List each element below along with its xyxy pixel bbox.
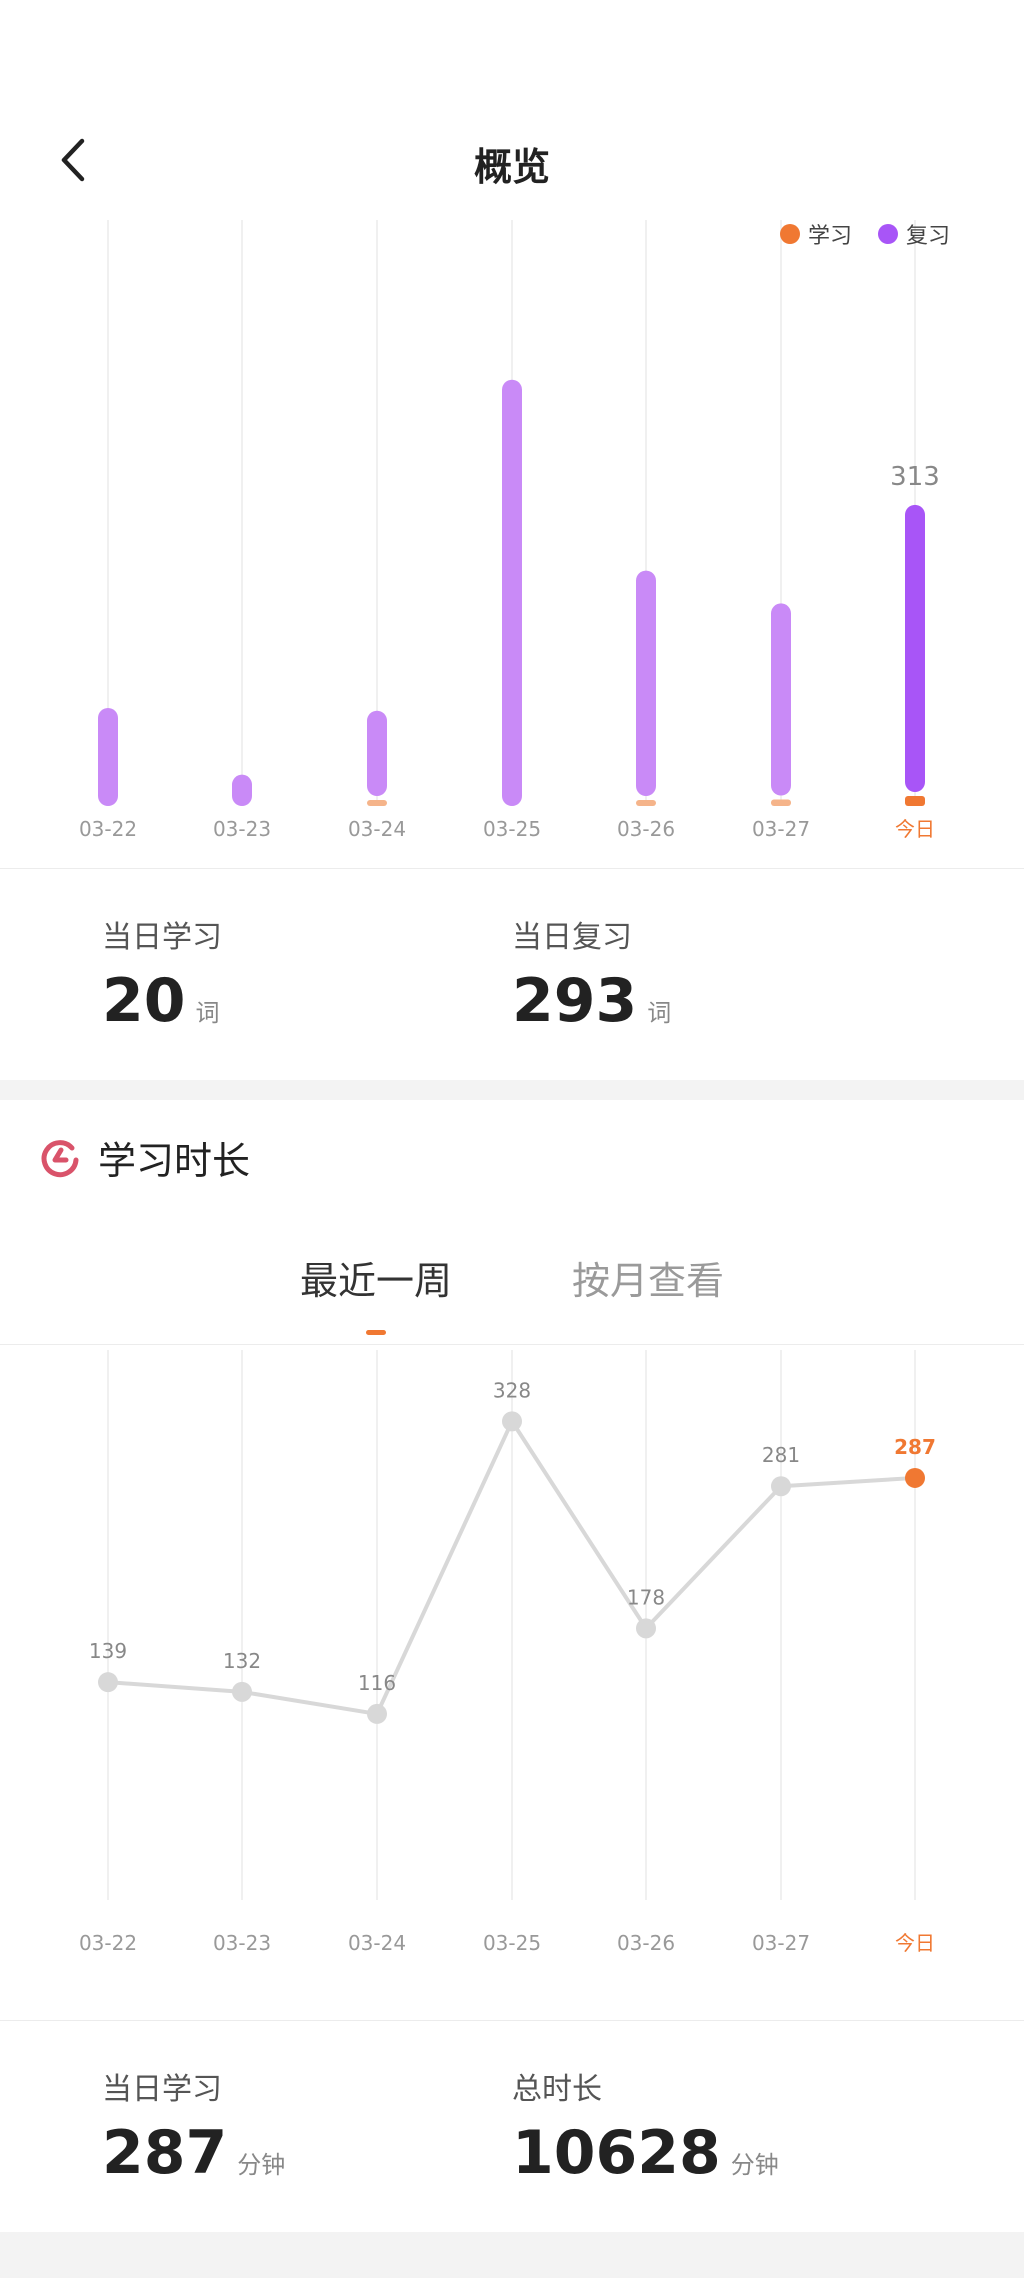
- review-bar-chart-svg: 03-22 03-23 03-24 03-25 03-26 03-27 313 今日: [79, 220, 940, 841]
- header: 概览: [0, 0, 1024, 220]
- x-tick-label: 03-24: [348, 1931, 406, 1955]
- clock-icon: [41, 1139, 79, 1177]
- x-tick-label: 今日: [895, 1931, 935, 1955]
- x-tick-label: 03-24: [348, 817, 406, 841]
- data-point: [636, 1618, 656, 1639]
- x-tick-label: 03-27: [752, 1931, 810, 1955]
- study-bar: [771, 799, 791, 806]
- data-point-label: 139: [89, 1639, 127, 1663]
- x-tick-label: 03-23: [213, 817, 271, 841]
- today-duration-number: 287: [102, 2118, 228, 2188]
- study-bar: [636, 800, 656, 806]
- data-point-label: 116: [358, 1671, 396, 1695]
- x-tick-label: 03-25: [483, 1931, 541, 1955]
- data-point-label: 328: [493, 1378, 531, 1402]
- x-tick-label: 03-26: [617, 817, 675, 841]
- daily-review-label: 当日复习: [512, 920, 632, 955]
- x-tick-label: 03-22: [79, 817, 137, 841]
- total-duration-label: 总时长: [512, 2072, 602, 2107]
- page-title: 概览: [473, 145, 550, 189]
- total-duration-unit: 分钟: [730, 2151, 779, 2179]
- daily-study-unit: 词: [195, 999, 220, 1027]
- legend-dot-review: [877, 224, 898, 244]
- legend-item-review: 复习: [877, 218, 950, 250]
- data-point: [905, 1467, 925, 1488]
- bottom-spacer: [0, 2232, 1024, 2278]
- data-point: [98, 1672, 118, 1693]
- data-point-label: 281: [762, 1443, 800, 1467]
- daily-study-value: 20 词: [102, 966, 220, 1036]
- review-bar: [98, 708, 118, 806]
- x-tick-label: 03-26: [617, 1931, 675, 1955]
- review-bar: [636, 570, 656, 796]
- duration-title: 学习时长: [98, 1139, 251, 1183]
- duration-line-chart-svg: 139 132 116 328 178 281 287 03-22 03-23 03-24 03-2…: [79, 1350, 936, 1955]
- today-duration-value: 287 分钟: [102, 2118, 285, 2188]
- chart-legend: 学习 复习: [779, 218, 950, 250]
- x-tick-label: 03-25: [483, 817, 541, 841]
- data-point-label: 132: [223, 1649, 261, 1673]
- review-bar: [771, 603, 791, 796]
- review-bar: [232, 774, 252, 806]
- duration-chart: 139 132 116 328 178 281 287 03-22 03-23 03-24 03-2…: [0, 1340, 1024, 1980]
- data-point: [502, 1411, 522, 1432]
- daily-review-value: 293 词: [512, 966, 671, 1036]
- legend-label-review: 复习: [905, 224, 950, 249]
- daily-review-number: 293: [512, 966, 638, 1036]
- review-bar: [905, 504, 925, 792]
- today-duration-label: 当日学习: [102, 2072, 222, 2107]
- tab-recent-week[interactable]: 最近一周: [300, 1250, 452, 1305]
- today-duration-unit: 分钟: [237, 2151, 286, 2179]
- tab-by-month[interactable]: 按月查看: [572, 1250, 724, 1305]
- total-duration-number: 10628: [512, 2118, 721, 2188]
- bar-value-label: 313: [890, 462, 940, 492]
- data-point: [771, 1476, 791, 1497]
- review-chart: 03-22 03-23 03-24 03-25 03-26 03-27 313 今日: [0, 220, 1024, 860]
- daily-study-label: 当日学习: [102, 920, 222, 955]
- review-bar: [367, 710, 387, 796]
- x-tick-label: 03-22: [79, 1931, 137, 1955]
- data-point-label: 178: [627, 1585, 665, 1609]
- x-tick-label: 03-27: [752, 817, 810, 841]
- divider: [0, 868, 1024, 869]
- total-duration-value: 10628 分钟: [512, 2118, 779, 2188]
- daily-review-unit: 词: [647, 999, 672, 1027]
- data-point-label: 287: [894, 1435, 936, 1459]
- legend-label-study: 学习: [807, 224, 852, 249]
- study-bar: [905, 796, 925, 806]
- duration-section-header: 学习时长: [40, 1130, 250, 1185]
- divider: [0, 2020, 1024, 2021]
- x-tick-label: 03-23: [213, 1931, 271, 1955]
- data-point: [232, 1681, 252, 1702]
- legend-dot-study: [779, 224, 800, 244]
- x-tick-label: 今日: [895, 817, 935, 841]
- legend-item-study: 学习: [779, 218, 852, 250]
- duration-tabs: 最近一周 按月查看: [0, 1250, 1024, 1335]
- active-tab-indicator: [366, 1330, 386, 1335]
- review-bar: [502, 379, 522, 806]
- section-separator: [0, 1080, 1024, 1100]
- study-bar: [367, 800, 387, 806]
- data-point: [367, 1703, 387, 1724]
- daily-study-number: 20: [102, 966, 186, 1036]
